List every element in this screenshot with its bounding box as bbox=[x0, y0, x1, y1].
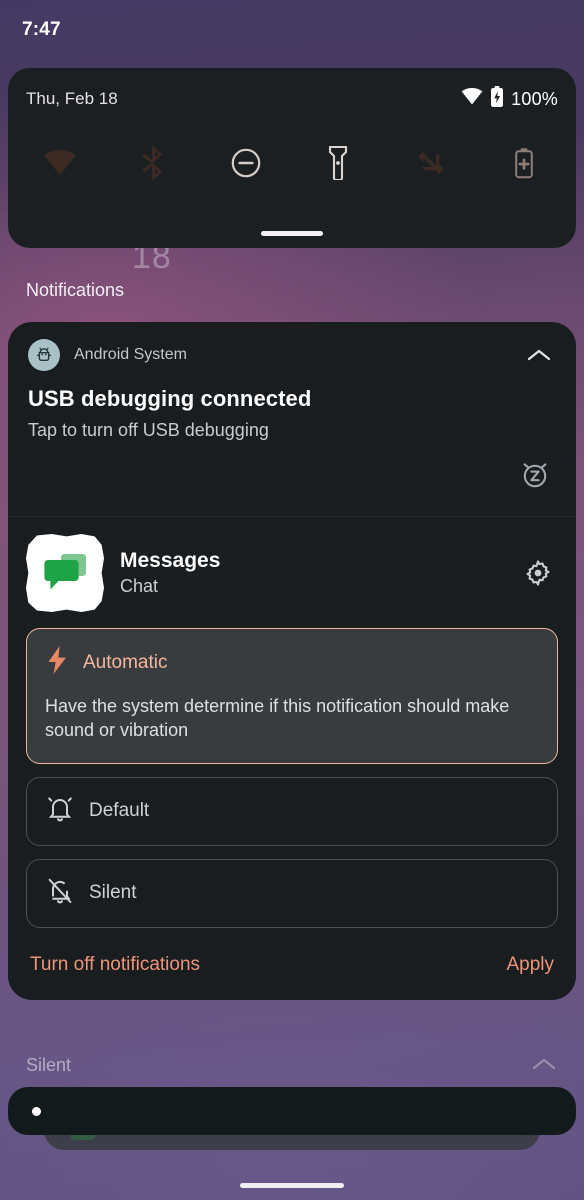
qs-status-icons: 100% bbox=[461, 85, 558, 113]
option-label: Automatic bbox=[83, 651, 168, 673]
notification-option-silent[interactable]: Silent bbox=[26, 858, 558, 928]
qs-drag-handle[interactable] bbox=[261, 231, 323, 236]
quick-settings-panel: Thu, Feb 18 100% bbox=[8, 68, 576, 248]
qs-tile-do-not-disturb[interactable] bbox=[211, 130, 280, 200]
bell-muted-icon bbox=[45, 876, 75, 911]
messages-labels: Messages Chat bbox=[120, 549, 220, 597]
auto-rotate-icon bbox=[414, 146, 448, 185]
notification-title: USB debugging connected bbox=[28, 386, 312, 411]
dnd-icon bbox=[230, 147, 262, 184]
android-head-icon bbox=[28, 339, 60, 371]
wifi-icon bbox=[461, 88, 483, 110]
qs-tile-bluetooth[interactable] bbox=[118, 130, 187, 200]
home-gesture-bar[interactable] bbox=[240, 1183, 344, 1188]
notification-header: Android System bbox=[28, 338, 556, 372]
option-header: Silent bbox=[45, 876, 539, 911]
messages-header: Messages Chat bbox=[26, 531, 558, 615]
qs-tile-auto-rotate[interactable] bbox=[397, 130, 466, 200]
status-bar-clock: 7:47 bbox=[22, 19, 61, 40]
bell-ringing-icon bbox=[45, 794, 75, 829]
status-bar: 7:47 bbox=[0, 0, 584, 60]
option-header: Automatic bbox=[45, 645, 539, 680]
collapsed-notification-card[interactable] bbox=[8, 1087, 576, 1135]
bluetooth-icon bbox=[140, 144, 166, 186]
notification-usb-debugging[interactable]: Android System USB debugging connected T… bbox=[8, 322, 576, 517]
notification-settings-actions: Turn off notifications Apply bbox=[26, 954, 558, 980]
battery-saver-icon bbox=[514, 147, 534, 184]
notification-app-name: Android System bbox=[74, 346, 187, 363]
battery-charging-icon bbox=[490, 85, 504, 113]
lightning-bolt-icon bbox=[45, 645, 69, 680]
messages-icon bbox=[26, 534, 104, 612]
notification-subtitle: Tap to turn off USB debugging bbox=[28, 420, 269, 440]
quick-settings-tiles bbox=[8, 130, 576, 200]
gear-icon[interactable] bbox=[518, 553, 558, 593]
flashlight-icon bbox=[328, 145, 348, 185]
notification-option-automatic[interactable]: Automatic Have the system determine if t… bbox=[26, 628, 558, 764]
option-header: Default bbox=[45, 794, 539, 829]
notification-actions bbox=[28, 457, 556, 496]
messages-channel-name: Chat bbox=[120, 576, 159, 596]
android-notification-shade: 18 7:47 Thu, Feb 18 100% Notifications A… bbox=[0, 0, 584, 1200]
snooze-alarm-icon[interactable] bbox=[518, 457, 552, 496]
quick-settings-header: Thu, Feb 18 100% bbox=[8, 68, 576, 130]
chevron-up-icon bbox=[532, 1057, 556, 1076]
messages-app-name: Messages bbox=[120, 549, 221, 572]
option-label: Default bbox=[89, 800, 150, 822]
notification-stack: Android System USB debugging connected T… bbox=[8, 322, 576, 1000]
option-description: Have the system determine if this notifi… bbox=[45, 696, 510, 741]
silent-section-label-behind: Silent bbox=[26, 1055, 72, 1075]
turn-off-notifications-button[interactable]: Turn off notifications bbox=[30, 954, 200, 976]
notification-messages-settings: Messages Chat Automatic Have the system … bbox=[8, 517, 576, 1000]
notification-dot-icon bbox=[32, 1107, 41, 1116]
chevron-up-icon[interactable] bbox=[522, 338, 556, 372]
apply-button[interactable]: Apply bbox=[506, 954, 554, 976]
battery-percent-label: 100% bbox=[511, 88, 558, 109]
qs-tile-battery-saver[interactable] bbox=[489, 130, 558, 200]
qs-tile-flashlight[interactable] bbox=[304, 130, 373, 200]
option-label: Silent bbox=[89, 882, 137, 904]
qs-date-label[interactable]: Thu, Feb 18 bbox=[26, 89, 118, 109]
notifications-section-label: Notifications bbox=[26, 280, 125, 300]
qs-tile-internet[interactable] bbox=[26, 130, 94, 200]
notification-option-default[interactable]: Default bbox=[26, 776, 558, 846]
